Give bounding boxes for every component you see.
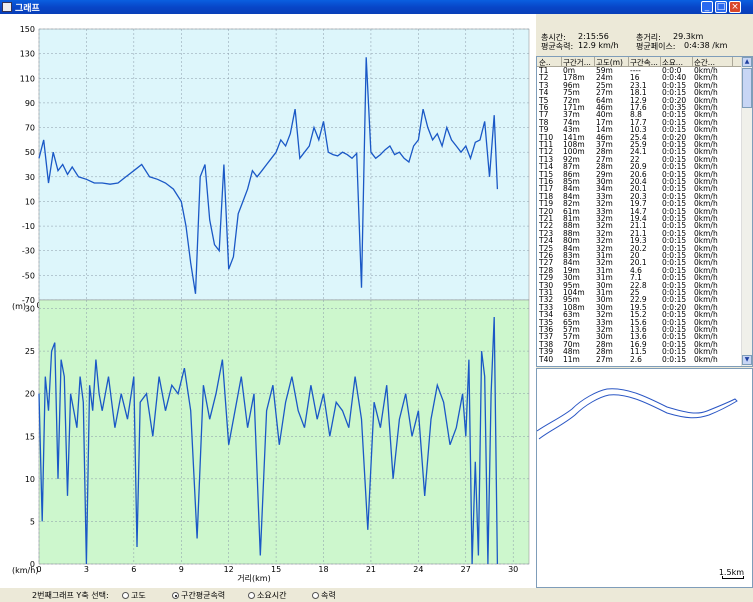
y-tick-label: 30 <box>25 305 35 314</box>
title-bar[interactable]: 그래프 _ □ × <box>0 0 753 14</box>
chart-area: 1501301109070503010-10-30-50-70036912151… <box>0 14 536 588</box>
table-cell: 0km/h <box>694 355 718 364</box>
avg-pace-label: 평균페이스: <box>636 42 676 51</box>
column-header[interactable]: 순.. <box>538 57 562 67</box>
x-tick-label: 15 <box>271 565 281 574</box>
scroll-down-icon[interactable]: ▼ <box>742 355 752 365</box>
column-header[interactable]: 고도(m) <box>595 57 629 67</box>
avg-speed-label: 평균속력: <box>541 42 574 51</box>
x-tick-label: 3 <box>84 565 89 574</box>
column-header[interactable]: 구간속... <box>629 57 661 67</box>
close-button[interactable]: × <box>729 1 741 13</box>
segment-table[interactable]: 순.. 구간거... 고도(m) 구간속... 소요... 순간... T1 0m 59m --… <box>536 56 753 367</box>
x-tick-label: 21 <box>366 565 376 574</box>
y-tick-label: 20 <box>25 390 35 399</box>
avg-pace-value: 0:4:38 /km <box>684 41 728 50</box>
y-tick-label: 90 <box>25 99 35 108</box>
y-tick-label: 50 <box>25 148 35 157</box>
plot-background <box>38 299 530 565</box>
column-header[interactable]: 구간거... <box>562 57 595 67</box>
app-icon <box>2 2 12 12</box>
minimize-button[interactable]: _ <box>701 1 713 13</box>
radio-speed[interactable] <box>312 592 319 599</box>
y-tick-label: -50 <box>22 271 35 280</box>
table-header: 순.. 구간거... 고도(m) 구간속... 소요... 순간... <box>537 57 742 67</box>
map-scale-bar <box>722 576 744 579</box>
plot-background <box>38 28 530 301</box>
option-speed[interactable]: 속력 <box>312 590 336 601</box>
y-tick-label: 10 <box>25 197 35 206</box>
x-tick-label: 18 <box>318 565 328 574</box>
avg-speed-value: 12.9 km/h <box>578 41 619 50</box>
x-tick-label: 24 <box>413 565 423 574</box>
y-tick-label: 70 <box>25 124 35 133</box>
y-tick-label: 25 <box>25 347 35 356</box>
y-tick-label: -30 <box>22 247 35 256</box>
table-cell: 11m <box>563 355 580 364</box>
total-distance-value: 29.3km <box>673 32 704 41</box>
table-scrollbar[interactable]: ▲ ▼ <box>741 57 752 366</box>
table-cell: 2.6 <box>630 355 642 364</box>
summary-panel: 총시간: 2:15:56 총거리: 29.3km 평균속력: 12.9 km/h… <box>536 14 753 54</box>
scroll-thumb[interactable] <box>742 68 752 108</box>
option-elapsed-time[interactable]: 소요시간 <box>248 590 286 601</box>
x-tick-label: 27 <box>461 565 471 574</box>
window-title: 그래프 <box>15 4 40 14</box>
option-altitude[interactable]: 고도 <box>122 590 146 601</box>
x-tick-label: 6 <box>131 565 136 574</box>
column-header[interactable]: 소요... <box>661 57 693 67</box>
y-tick-label: 150 <box>20 25 35 34</box>
y-axis-selector: 2번째그래프 Y축 선택: 고도 구간평균속력 소요시간 속력 <box>0 588 753 602</box>
option-altitude-label: 고도 <box>131 591 146 600</box>
y-tick-label: 30 <box>25 173 35 182</box>
x-tick-label: 9 <box>179 565 184 574</box>
route-map-svg <box>537 388 738 440</box>
y-tick-label: 5 <box>30 517 35 526</box>
option-segment-speed[interactable]: 구간평균속력 <box>172 590 225 601</box>
option-elapsed-time-label: 소요시간 <box>257 591 287 600</box>
table-cell: T40 <box>539 355 554 364</box>
route-track <box>537 388 738 440</box>
x-axis-label: 거리(km) <box>237 574 270 583</box>
route-map[interactable]: 1.5km <box>536 368 753 588</box>
y-tick-label: 15 <box>25 432 35 441</box>
radio-segment-speed[interactable] <box>172 592 179 599</box>
table-cell: 0:0:15 <box>662 355 687 364</box>
y-axis-label: (km/h) <box>12 566 38 575</box>
maximize-button[interactable]: □ <box>715 1 727 13</box>
y-tick-label: 10 <box>25 475 35 484</box>
y-axis-selector-label: 2번째그래프 Y축 선택: <box>32 591 109 600</box>
x-tick-label: 30 <box>508 565 518 574</box>
y-tick-label: -10 <box>22 222 35 231</box>
option-speed-label: 속력 <box>321 591 336 600</box>
graph-window: 그래프 _ □ × 150 130 110 90 70 50 30 10 -10 -30 -50 -7… <box>0 0 753 602</box>
scroll-up-icon[interactable]: ▲ <box>742 57 752 67</box>
y-tick-label: 110 <box>20 74 35 83</box>
column-header[interactable]: 순간... <box>693 57 733 67</box>
total-time-value: 2:15:56 <box>578 32 609 41</box>
option-segment-speed-label: 구간평균속력 <box>181 591 226 600</box>
x-tick-label: 12 <box>224 565 234 574</box>
table-cell: 27m <box>596 355 613 364</box>
radio-elapsed-time[interactable] <box>248 592 255 599</box>
radio-altitude[interactable] <box>122 592 129 599</box>
charts-svg: 1501301109070503010-10-30-50-70036912151… <box>12 25 530 583</box>
table-row[interactable]: T40 11m 27m 2.6 0:0:15 0km/h <box>537 356 742 364</box>
y-tick-label: 130 <box>20 50 35 59</box>
